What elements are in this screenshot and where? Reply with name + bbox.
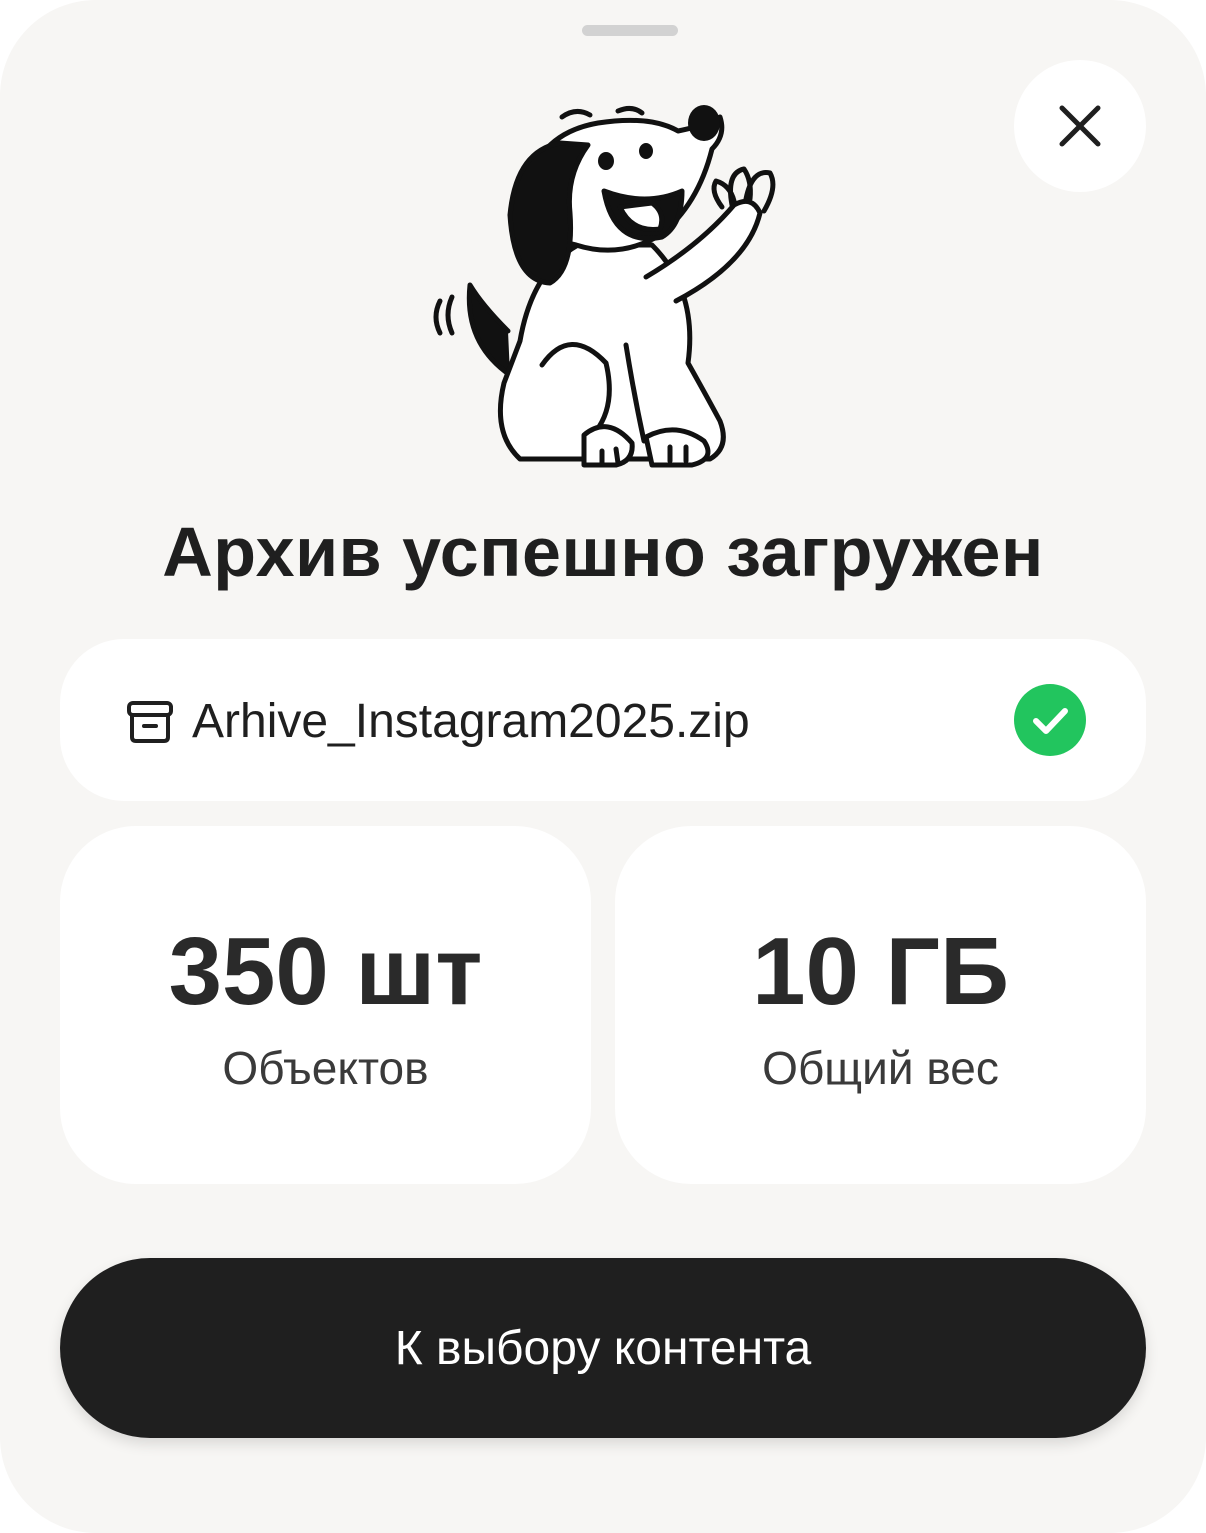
total-size-value: 10 ГБ [752, 918, 1009, 1025]
archive-icon [127, 701, 173, 743]
choose-content-button[interactable]: К выбору контента [60, 1258, 1146, 1438]
upload-success-sheet: Архив успешно загружен Arhive_Instagram2… [0, 0, 1206, 1533]
file-name: Arhive_Instagram2025.zip [192, 695, 750, 748]
total-size-label: Общий вес [762, 1042, 999, 1094]
total-size-card: 10 ГБ Общий вес [615, 826, 1146, 1184]
close-button[interactable] [1014, 60, 1146, 192]
page-title: Архив успешно загружен [162, 513, 1044, 591]
objects-count-label: Объектов [222, 1042, 429, 1094]
close-icon [1059, 105, 1101, 147]
waving-dog-illustration [433, 105, 776, 468]
sheet-grabber-handle[interactable] [582, 25, 678, 36]
objects-count-value: 350 шт [168, 918, 483, 1025]
check-circle-icon [1014, 684, 1086, 756]
objects-count-card: 350 шт Объектов [60, 826, 591, 1184]
